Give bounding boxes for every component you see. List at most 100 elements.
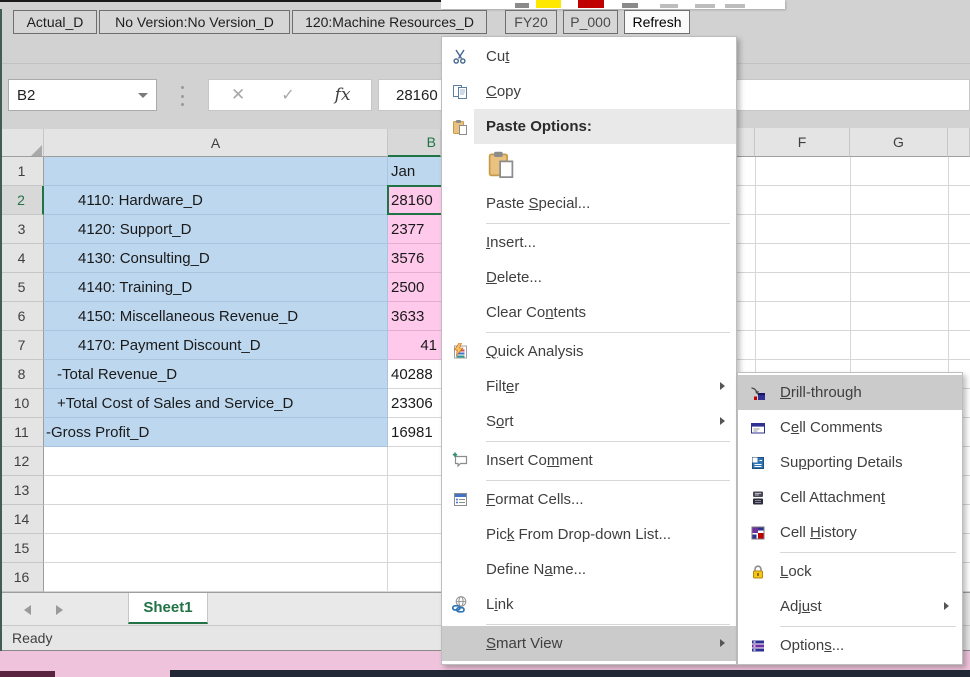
- row-header-4[interactable]: 4: [0, 244, 44, 273]
- row-header-12[interactable]: 12: [0, 447, 44, 476]
- menu-item-paste-options[interactable]: Paste Options:: [442, 109, 736, 144]
- row-header-3[interactable]: 3: [0, 215, 44, 244]
- name-box[interactable]: B2: [8, 79, 157, 111]
- paste-button[interactable]: [484, 146, 518, 182]
- menu-item-filter[interactable]: Filter: [442, 369, 736, 404]
- menu-item-quick-analysis[interactable]: Quick Analysis: [442, 334, 736, 369]
- pov-button-3[interactable]: FY20: [505, 10, 557, 34]
- menu-item-drill-through[interactable]: Drill-through: [738, 375, 962, 410]
- cell-A15[interactable]: [44, 534, 388, 563]
- cell-B6[interactable]: 3633: [388, 302, 441, 331]
- menu-item-lock[interactable]: Lock: [738, 554, 962, 589]
- menu-item-cell-comments[interactable]: Cell Comments: [738, 410, 962, 445]
- cell-B11[interactable]: 16981: [388, 418, 441, 447]
- cell-B13[interactable]: [388, 476, 441, 505]
- menu-item-define-name[interactable]: Define Name...: [442, 552, 736, 587]
- column-header-F[interactable]: F: [755, 128, 850, 157]
- menu-item-delete[interactable]: Delete...: [442, 260, 736, 295]
- menu-item-format-cells[interactable]: Format Cells...: [442, 482, 736, 517]
- menu-item-smart-view[interactable]: Smart View: [442, 626, 736, 661]
- cell-A2[interactable]: 4110: Hardware_D: [44, 186, 388, 215]
- menu-item-insert-comment[interactable]: Insert Comment: [442, 443, 736, 478]
- cell-A6[interactable]: 4150: Miscellaneous Revenue_D: [44, 302, 388, 331]
- cancel-icon[interactable]: ✕: [231, 85, 245, 105]
- menu-item-adjust[interactable]: Adjust: [738, 589, 962, 624]
- row-header-13[interactable]: 13: [0, 476, 44, 505]
- cell-B3[interactable]: 2377: [388, 215, 441, 244]
- row-header-2[interactable]: 2: [0, 186, 44, 215]
- cell-B15[interactable]: [388, 534, 441, 563]
- insert-function-icon[interactable]: fx: [335, 85, 351, 105]
- menu-item-pick-from-drop-down-list[interactable]: Pick From Drop-down List...: [442, 517, 736, 552]
- format-sample-icon[interactable]: [660, 4, 678, 8]
- cell-A5[interactable]: 4140: Training_D: [44, 273, 388, 302]
- row-header-6[interactable]: 6: [0, 302, 44, 331]
- row-header-7[interactable]: 7: [0, 331, 44, 360]
- menu-item-cell-history[interactable]: Cell History: [738, 515, 962, 550]
- cell-A4[interactable]: 4130: Consulting_D: [44, 244, 388, 273]
- column-header-A[interactable]: A: [44, 129, 388, 157]
- cell-B5[interactable]: 2500: [388, 273, 441, 302]
- tab-scroll-right-icon[interactable]: [56, 605, 63, 615]
- column-header-G[interactable]: G: [850, 128, 948, 157]
- menu-item-insert[interactable]: Insert...: [442, 225, 736, 260]
- menu-item-cut[interactable]: Cut: [442, 39, 736, 74]
- cell-B1[interactable]: Jan: [388, 157, 441, 186]
- formula-bar-grip: [181, 86, 184, 106]
- menu-item-link[interactable]: Link: [442, 587, 736, 622]
- pov-button-1[interactable]: No Version:No Version_D: [99, 10, 290, 34]
- menu-item-cell-attachment[interactable]: Cell Attachment: [738, 480, 962, 515]
- border-grid-icon[interactable]: [622, 3, 638, 8]
- menu-item-sort[interactable]: Sort: [442, 404, 736, 439]
- menu-item-copy[interactable]: Copy: [442, 74, 736, 109]
- font-color-icon[interactable]: [578, 0, 604, 8]
- fill-color-icon[interactable]: [536, 0, 561, 8]
- row-header-8[interactable]: 8: [0, 360, 44, 389]
- menu-item-label: Link: [486, 596, 514, 613]
- row-header-16[interactable]: 16: [0, 563, 44, 592]
- menu-item-clear-contents[interactable]: Clear Contents: [442, 295, 736, 330]
- cell-B14[interactable]: [388, 505, 441, 534]
- cell-A3[interactable]: 4120: Support_D: [44, 215, 388, 244]
- cell-A11[interactable]: -Gross Profit_D: [44, 418, 388, 447]
- cell-A8[interactable]: -Total Revenue_D: [44, 360, 388, 389]
- column-header-partial[interactable]: [737, 128, 755, 157]
- enter-icon[interactable]: ✓: [281, 85, 294, 105]
- cell-B7[interactable]: 41: [388, 331, 441, 360]
- cell-B12[interactable]: [388, 447, 441, 476]
- sheet-tab[interactable]: Sheet1: [128, 593, 208, 624]
- cell-A12[interactable]: [44, 447, 388, 476]
- cell-B16[interactable]: [388, 563, 441, 592]
- menu-item-options[interactable]: Options...: [738, 628, 962, 663]
- row-header-5[interactable]: 5: [0, 273, 44, 302]
- cell-A14[interactable]: [44, 505, 388, 534]
- gridline: [737, 243, 970, 244]
- cell-A7[interactable]: 4170: Payment Discount_D: [44, 331, 388, 360]
- cell-B4[interactable]: 3576: [388, 244, 441, 273]
- cell-B10[interactable]: 23306: [388, 389, 441, 418]
- row-header-15[interactable]: 15: [0, 534, 44, 563]
- row-header-14[interactable]: 14: [0, 505, 44, 534]
- cell-A16[interactable]: [44, 563, 388, 592]
- cell-B8[interactable]: 40288: [388, 360, 441, 389]
- format-sample-icon[interactable]: [695, 4, 715, 8]
- name-box-dropdown-icon[interactable]: [138, 93, 148, 98]
- cell-A1[interactable]: [44, 157, 388, 186]
- row-header-11[interactable]: 11: [0, 418, 44, 447]
- cell-A13[interactable]: [44, 476, 388, 505]
- column-header-B[interactable]: B: [388, 129, 441, 157]
- pov-button-4[interactable]: P_000: [563, 10, 618, 34]
- cell-A10[interactable]: +Total Cost of Sales and Service_D: [44, 389, 388, 418]
- cell-B2[interactable]: 28160: [388, 186, 441, 215]
- menu-item-supporting-details[interactable]: Supporting Details: [738, 445, 962, 480]
- tab-scroll-left-icon[interactable]: [24, 605, 31, 615]
- column-header-partial[interactable]: [948, 128, 970, 157]
- pov-button-2[interactable]: 120:Machine Resources_D: [292, 10, 487, 34]
- refresh-button[interactable]: Refresh: [624, 10, 690, 34]
- menu-item-paste-special[interactable]: Paste Special...: [442, 186, 736, 221]
- row-header-10[interactable]: 10: [0, 389, 44, 418]
- row-header-1[interactable]: 1: [0, 157, 44, 186]
- pov-button-0[interactable]: Actual_D: [13, 10, 97, 34]
- borders-icon[interactable]: [515, 3, 529, 8]
- format-sample-icon[interactable]: [725, 4, 745, 8]
